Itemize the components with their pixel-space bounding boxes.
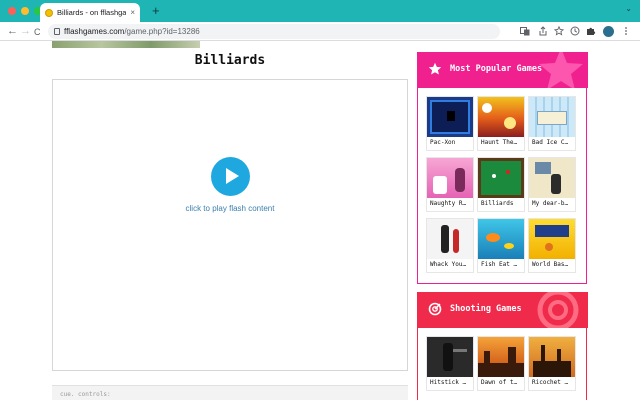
game-name: Billiards (481, 200, 514, 207)
game-banner-image (52, 41, 200, 48)
game-thumbnail (529, 219, 575, 259)
game-card-my-dear-boss[interactable]: My dear-b… (528, 157, 576, 212)
game-name: Haunt The… (481, 139, 518, 146)
game-name: Bad Ice C… (532, 139, 569, 146)
tab-search-icon[interactable]: ⌄ (625, 4, 632, 13)
description-text: cue. controls: (60, 391, 111, 398)
shooting-games-header: Shooting Games (418, 292, 588, 328)
forward-button[interactable]: → (20, 24, 31, 38)
game-name: Pac-Xon (430, 139, 456, 146)
game-thumbnail (478, 97, 524, 137)
play-flash-link[interactable]: click to play flash content (53, 204, 407, 213)
game-thumbnail (427, 158, 473, 198)
shooting-games-heading: Shooting Games (450, 304, 522, 314)
browser-toolbar: ← → C fflashgames.com/game.php?id=13286 (0, 22, 640, 41)
game-card-ricochet[interactable]: Ricochet … (528, 336, 576, 391)
window-controls (8, 7, 42, 15)
tab-close-icon[interactable]: × (130, 8, 135, 17)
game-thumbnail (478, 219, 524, 259)
game-name: Naughty R… (430, 200, 467, 207)
translate-icon[interactable] (520, 26, 530, 36)
new-tab-button[interactable]: + (152, 4, 160, 18)
extensions-icon[interactable] (586, 26, 596, 36)
game-thumbnail (478, 337, 524, 377)
game-name: Ricochet … (532, 379, 569, 386)
game-card-dawn-of-the[interactable]: Dawn of t… (477, 336, 525, 391)
game-name: World Bas… (532, 261, 569, 268)
game-thumbnail (427, 337, 473, 377)
browser-tab[interactable]: Billiards - on fflashgames.com × (40, 3, 140, 22)
flash-player-area[interactable]: click to play flash content (52, 79, 408, 371)
favicon-icon (45, 8, 53, 17)
game-card-bad-ice-cream[interactable]: Bad Ice C… (528, 96, 576, 151)
popular-games-grid: Pac-Xon Haunt The… Bad Ice C… Naughty R… (426, 96, 576, 273)
game-name: My dear-b… (532, 200, 569, 207)
shooting-games-grid: Hitstick … Dawn of t… Ricochet … (426, 336, 576, 391)
url-text: fflashgames.com/game.php?id=13286 (64, 27, 200, 36)
reload-button[interactable]: C (34, 25, 41, 39)
game-thumbnail (529, 337, 575, 377)
browser-titlebar: Billiards - on fflashgames.com × + ⌄ (0, 0, 640, 22)
game-card-billiards[interactable]: Billiards (477, 157, 525, 212)
lock-icon (54, 28, 60, 35)
target-decoration-icon (537, 292, 579, 328)
minimize-window-button[interactable] (21, 7, 29, 15)
game-card-fish-eat[interactable]: Fish Eat … (477, 218, 525, 273)
play-icon[interactable] (211, 157, 250, 196)
history-icon[interactable] (570, 26, 580, 36)
game-card-haunt-the-house[interactable]: Haunt The… (477, 96, 525, 151)
menu-kebab-icon[interactable] (621, 26, 631, 36)
game-name: Fish Eat … (481, 261, 518, 268)
game-description-box: cue. controls: (52, 385, 408, 400)
tab-title: Billiards - on fflashgames.com (57, 8, 127, 17)
popular-games-panel: Most Popular Games Pac-Xon Haunt The… Ba… (417, 52, 588, 284)
target-icon (428, 302, 442, 316)
close-window-button[interactable] (8, 7, 16, 15)
game-name: Dawn of t… (481, 379, 518, 386)
star-decoration-icon (539, 52, 583, 88)
game-thumbnail (427, 97, 473, 137)
page-title: Billiards (194, 53, 266, 68)
shooting-games-panel: Shooting Games Hitstick … Dawn of t… Ric… (417, 292, 588, 400)
address-bar[interactable]: fflashgames.com/game.php?id=13286 (48, 24, 500, 39)
game-card-hitstick[interactable]: Hitstick … (426, 336, 474, 391)
game-thumbnail (529, 97, 575, 137)
game-name: Whack You… (430, 261, 467, 268)
game-name: Hitstick … (430, 379, 467, 386)
profile-avatar[interactable] (603, 26, 614, 37)
game-card-whack-your[interactable]: Whack You… (426, 218, 474, 273)
game-card-world-basketball[interactable]: World Bas… (528, 218, 576, 273)
popular-games-heading: Most Popular Games (450, 64, 543, 74)
back-button[interactable]: ← (7, 24, 18, 38)
popular-games-header: Most Popular Games (418, 52, 588, 88)
bookmark-star-icon[interactable] (553, 25, 565, 36)
star-icon (428, 62, 442, 75)
game-card-pac-xon[interactable]: Pac-Xon (426, 96, 474, 151)
game-thumbnail (427, 219, 473, 259)
share-icon[interactable] (538, 26, 548, 36)
game-thumbnail (478, 158, 524, 198)
game-card-naughty-r[interactable]: Naughty R… (426, 157, 474, 212)
game-thumbnail (529, 158, 575, 198)
